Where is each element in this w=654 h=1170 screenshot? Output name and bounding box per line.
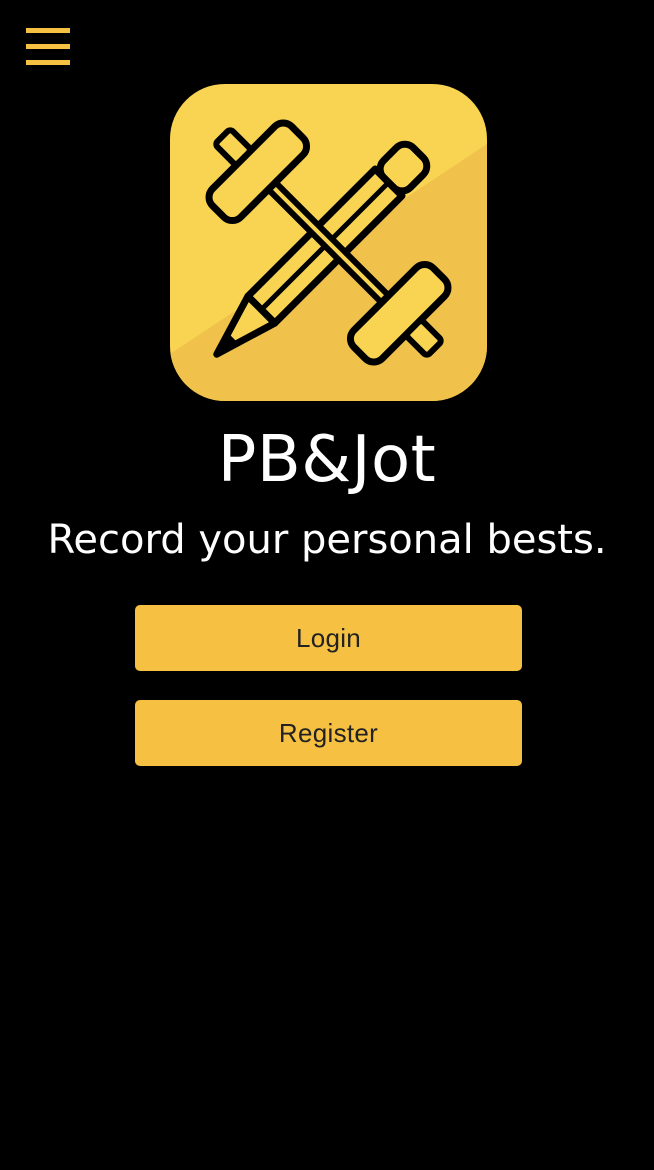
app-logo (170, 84, 487, 401)
hamburger-menu-icon[interactable] (26, 28, 70, 68)
menu-bar-top (26, 28, 70, 33)
login-button[interactable]: Login (135, 605, 522, 671)
register-button[interactable]: Register (135, 700, 522, 766)
app-tagline: Record your personal bests. (47, 517, 607, 563)
menu-bar-middle (26, 44, 70, 49)
barbell-pencil-icon (170, 84, 487, 401)
menu-bar-bottom (26, 60, 70, 65)
app-title: PB&Jot (217, 423, 437, 497)
